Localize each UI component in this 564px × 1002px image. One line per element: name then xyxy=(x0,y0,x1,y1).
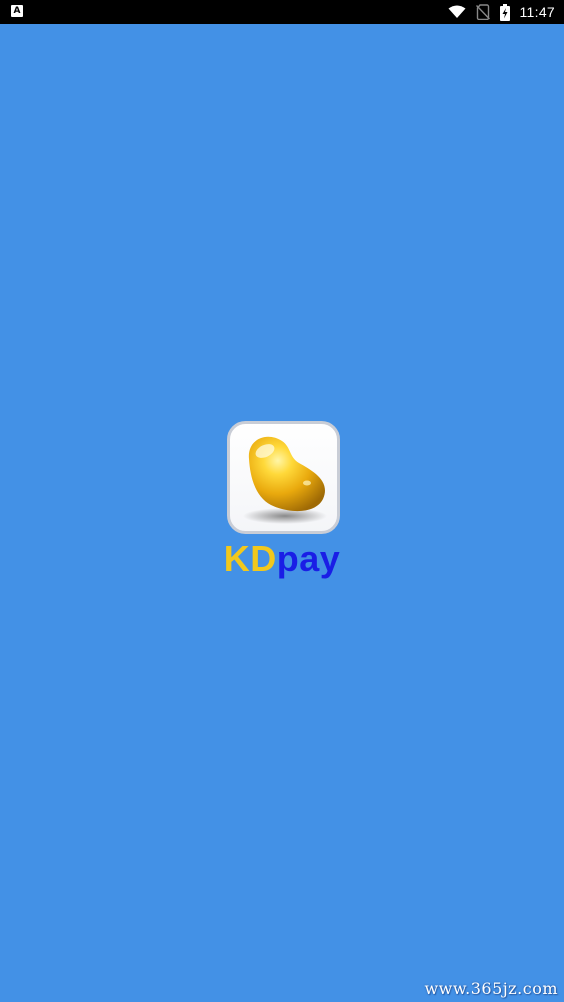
notification-app-icon: A xyxy=(11,5,23,17)
status-time: 11:47 xyxy=(519,4,555,20)
wifi-icon xyxy=(448,5,465,18)
battery-charging-icon xyxy=(499,3,510,21)
no-sim-icon xyxy=(475,4,490,20)
brand-pay: pay xyxy=(276,538,341,579)
app-logo xyxy=(227,421,340,534)
golden-bean-icon xyxy=(227,421,340,534)
status-indicators: 11:47 xyxy=(448,0,556,24)
status-bar: A 11:47 xyxy=(0,0,564,24)
watermark: www.365jz.com xyxy=(424,979,558,998)
brand-name: KDpay xyxy=(0,538,564,580)
brand-kd: KD xyxy=(223,538,277,579)
